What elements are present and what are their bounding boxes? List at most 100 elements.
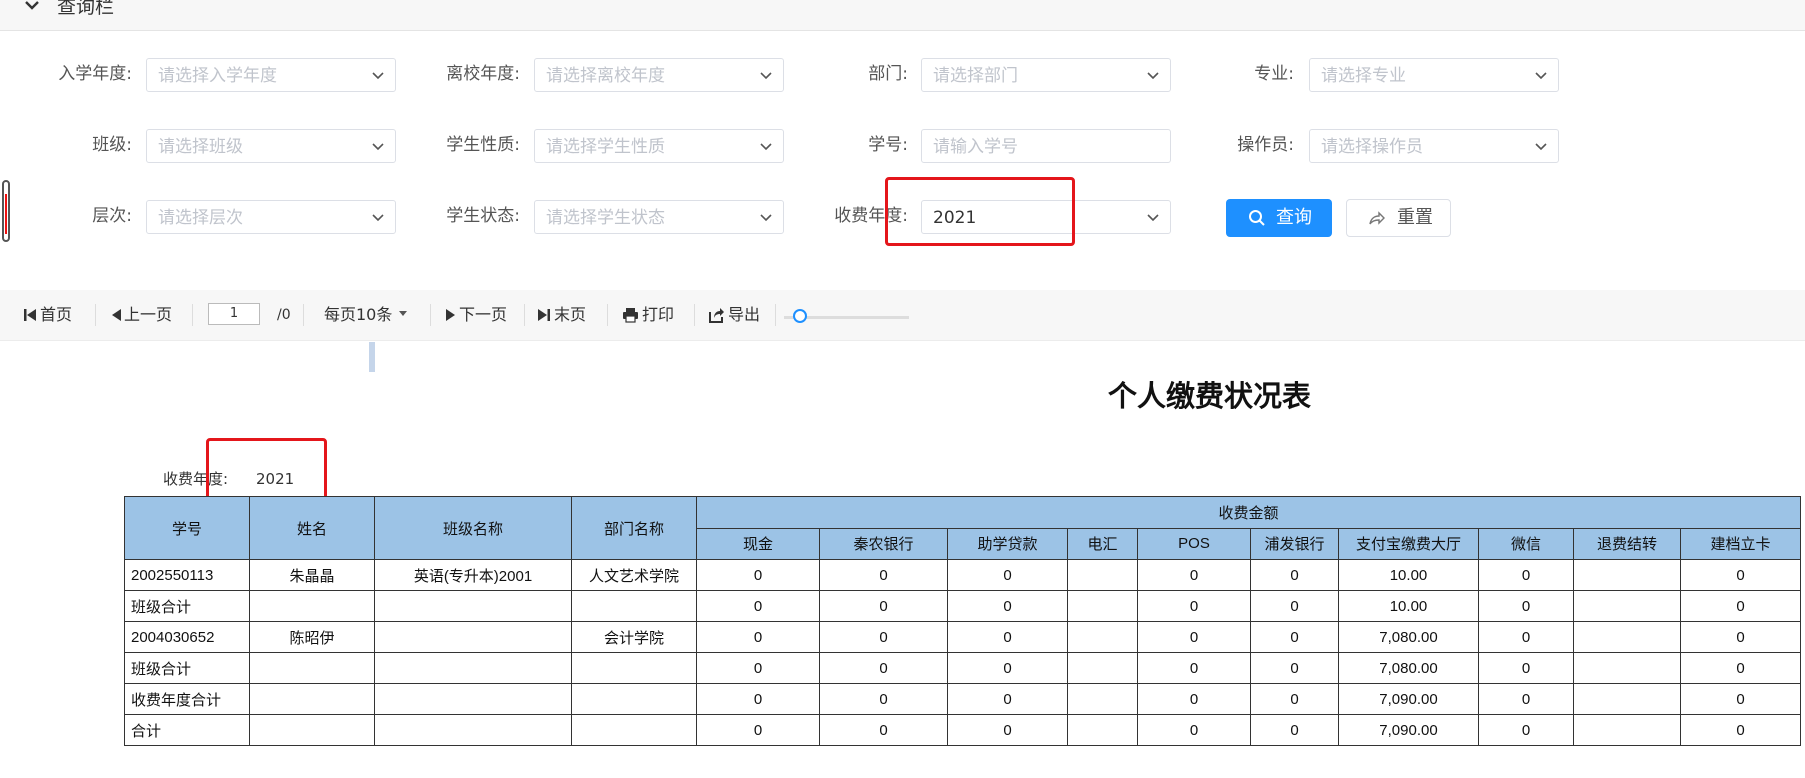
table-cell: 0: [1680, 683, 1801, 715]
table-cell: [1067, 559, 1138, 591]
student-type-label: 学生性质:: [446, 135, 520, 155]
toolbar-divider: [430, 304, 431, 326]
table-cell: [1573, 621, 1681, 653]
table-cell: 人文艺术学院: [571, 559, 697, 591]
enroll-year-placeholder: 请选择入学年度: [158, 66, 277, 86]
search-icon: [1249, 210, 1265, 226]
leave-year-select[interactable]: 请选择离校年度: [534, 58, 784, 92]
table-cell: 陈昭伊: [249, 621, 375, 653]
chevron-down-icon: [1535, 143, 1547, 151]
table-cell: 0: [1680, 652, 1801, 684]
page-number-input[interactable]: 1: [208, 303, 260, 325]
table-cell: 英语(专升本)2001: [374, 559, 572, 591]
table-row: 2004030652 陈昭伊 会计学院 0 0 0 0 0 7,080.00 0 0: [124, 621, 1801, 653]
caret-down-icon: [399, 311, 408, 316]
table-cell: 0: [1137, 590, 1251, 622]
reset-button[interactable]: 重置: [1346, 199, 1451, 237]
page-total: /0: [277, 307, 291, 323]
department-select[interactable]: 请选择部门: [921, 58, 1171, 92]
table-cell: 0: [1137, 652, 1251, 684]
zoom-slider-handle[interactable]: [793, 309, 807, 323]
next-page-label: 下一页: [459, 305, 508, 324]
table-cell: [249, 590, 375, 622]
header-amount-col: 支付宝缴费大厅: [1338, 527, 1479, 560]
table-cell: 0: [1250, 652, 1339, 684]
query-panel-title: 查询栏: [57, 0, 115, 18]
enroll-year-label: 入学年度:: [58, 64, 132, 84]
student-type-placeholder: 请选择学生性质: [546, 137, 665, 157]
student-id-input[interactable]: 请输入学号: [921, 129, 1171, 163]
table-cell: 0: [1478, 559, 1574, 591]
header-amount-group: 收费金额: [696, 496, 1801, 529]
table-cell: 0: [1137, 559, 1251, 591]
student-status-label: 学生状态:: [446, 206, 520, 226]
table-cell: 0: [1478, 652, 1574, 684]
toolbar-divider: [192, 304, 193, 326]
per-page-select[interactable]: 每页10条: [324, 304, 413, 326]
chevron-down-icon: [372, 143, 384, 151]
export-label: 导出: [728, 305, 761, 324]
major-placeholder: 请选择专业: [1321, 66, 1406, 86]
table-cell: [249, 683, 375, 715]
report-body: 2002550113 朱晶晶 英语(专升本)2001 人文艺术学院 0 0 0 0 0 10.00…: [124, 559, 1801, 746]
table-row: 收费年度合计 0 0 0 0 0 7,090.00 0 0: [124, 683, 1801, 715]
print-button[interactable]: 打印: [622, 304, 674, 326]
table-cell: [249, 652, 375, 684]
last-page-button[interactable]: 末页: [537, 304, 586, 326]
next-page-button[interactable]: 下一页: [446, 304, 507, 326]
chevron-down-icon: [760, 72, 772, 80]
printer-icon: [623, 308, 638, 323]
table-cell: 0: [947, 652, 1068, 684]
toolbar-divider: [95, 304, 96, 326]
first-page-label: 首页: [40, 305, 73, 324]
table-cell: [1573, 683, 1681, 715]
report-fee-year-highlight: [206, 438, 327, 500]
table-cell: 0: [696, 621, 820, 653]
table-cell: 7,090.00: [1338, 714, 1479, 746]
table-cell: 0: [1250, 590, 1339, 622]
major-select[interactable]: 请选择专业: [1309, 58, 1559, 92]
level-select[interactable]: 请选择层次: [146, 200, 396, 234]
class-select[interactable]: 请选择班级: [146, 129, 396, 163]
student-type-select[interactable]: 请选择学生性质: [534, 129, 784, 163]
operator-select[interactable]: 请选择操作员: [1309, 129, 1559, 163]
level-placeholder: 请选择层次: [158, 208, 243, 228]
table-cell: 0: [696, 683, 820, 715]
table-cell: 0: [947, 559, 1068, 591]
table-cell: 7,080.00: [1338, 621, 1479, 653]
table-row: 合计 0 0 0 0 0 7,090.00 0 0: [124, 714, 1801, 746]
header-dept-name: 部门名称: [571, 496, 697, 560]
table-cell: [1573, 652, 1681, 684]
first-page-button[interactable]: 首页: [23, 304, 72, 326]
table-cell: [1067, 652, 1138, 684]
chevron-down-icon: [760, 214, 772, 222]
table-cell: 0: [947, 590, 1068, 622]
table-cell: 0: [1680, 590, 1801, 622]
table-cell: [571, 590, 697, 622]
scrollbar-thumb[interactable]: [2, 180, 10, 242]
table-cell: 0: [1250, 559, 1339, 591]
chevron-down-icon: [1147, 214, 1159, 222]
export-button[interactable]: 导出: [708, 304, 760, 326]
student-status-select[interactable]: 请选择学生状态: [534, 200, 784, 234]
enroll-year-select[interactable]: 请选择入学年度: [146, 58, 396, 92]
operator-label: 操作员:: [1237, 135, 1294, 155]
first-page-icon: [24, 309, 36, 321]
prev-page-button[interactable]: 上一页: [111, 304, 172, 326]
print-label: 打印: [642, 305, 675, 324]
table-cell: 0: [1250, 683, 1339, 715]
query-panel-header[interactable]: 查询栏: [0, 0, 1805, 31]
table-cell: [1067, 590, 1138, 622]
table-cell: 2004030652: [124, 621, 250, 653]
header-amount-col: 助学贷款: [947, 527, 1068, 560]
student-status-placeholder: 请选择学生状态: [546, 208, 665, 228]
table-cell: [374, 714, 572, 746]
chevron-down-icon[interactable]: [22, 0, 42, 16]
leave-year-label: 离校年度:: [446, 64, 520, 84]
table-cell: 0: [819, 590, 948, 622]
table-cell: 0: [819, 683, 948, 715]
search-button[interactable]: 查询: [1226, 199, 1332, 237]
student-id-placeholder: 请输入学号: [933, 137, 1018, 157]
operator-placeholder: 请选择操作员: [1321, 137, 1423, 157]
header-amount-col: 浦发银行: [1250, 527, 1339, 560]
